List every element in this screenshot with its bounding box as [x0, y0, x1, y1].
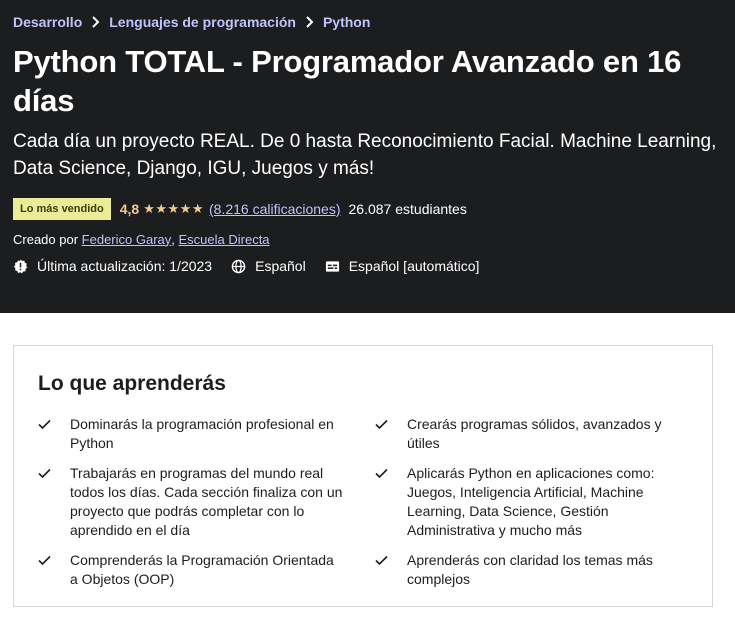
learn-column-right: Crearás programas sólidos, avanzados y ú…: [375, 415, 675, 600]
last-update-text: Última actualización: 1/2023: [37, 258, 213, 274]
learn-item: Aplicarás Python en aplicaciones como: J…: [375, 464, 675, 540]
learn-item-text: Aplicarás Python en aplicaciones como: J…: [407, 465, 655, 538]
learn-item-text: Trabajarás en programas del mundo real t…: [70, 465, 343, 538]
checkmark-icon: [38, 551, 54, 570]
update-badge-icon: [13, 258, 28, 273]
language-text: Español: [255, 258, 306, 274]
breadcrumb-lenguajes[interactable]: Lenguajes de programación: [109, 14, 296, 30]
captions: Español [automático]: [325, 258, 480, 274]
captions-text: Español [automático]: [348, 258, 480, 274]
rating-row: Lo más vendido 4,8 ★★★★★ (8.216 califica…: [13, 198, 722, 220]
learn-item: Crearás programas sólidos, avanzados y ú…: [375, 415, 675, 453]
rating-value: 4,8: [119, 201, 140, 217]
learn-column-left: Dominarás la programación profesional en…: [38, 415, 375, 600]
checkmark-icon: [38, 464, 54, 483]
course-title: Python TOTAL - Programador Avanzado en 1…: [13, 44, 682, 118]
learn-item-text: Comprenderás la Programación Orientada a…: [70, 552, 334, 587]
learn-item: Dominarás la programación profesional en…: [38, 415, 375, 453]
checkmark-icon: [375, 415, 391, 434]
author-link-federico[interactable]: Federico Garay: [82, 232, 172, 247]
breadcrumb-python[interactable]: Python: [323, 14, 370, 30]
what-you-will-learn: Lo que aprenderás Dominarás la programac…: [13, 345, 713, 607]
chevron-right-icon: [91, 16, 100, 28]
learn-item-text: Dominarás la programación profesional en…: [70, 416, 334, 451]
course-meta: Última actualización: 1/2023 Español Esp…: [13, 256, 722, 276]
language: Español: [231, 258, 306, 274]
students-count: 26.087 estudiantes: [348, 201, 467, 217]
ratings-count-link[interactable]: (8.216 calificaciones): [209, 201, 341, 217]
last-update: Última actualización: 1/2023: [13, 258, 212, 274]
learn-item: Aprenderás con claridad los temas más co…: [375, 551, 675, 589]
breadcrumb-desarrollo[interactable]: Desarrollo: [13, 14, 82, 30]
course-header: Desarrollo Lenguajes de programación Pyt…: [0, 0, 735, 313]
learn-item-text: Aprenderás con claridad los temas más co…: [407, 552, 653, 587]
learn-title: Lo que aprenderás: [38, 372, 226, 395]
learn-item-text: Crearás programas sólidos, avanzados y ú…: [407, 416, 662, 451]
learn-item: Comprenderás la Programación Orientada a…: [38, 551, 375, 589]
bestseller-badge: Lo más vendido: [13, 198, 111, 220]
star-rating-icon: ★★★★★: [143, 201, 204, 216]
created-by: Creado por Federico Garay, Escuela Direc…: [13, 231, 270, 247]
learn-grid: Dominarás la programación profesional en…: [38, 415, 688, 600]
chevron-right-icon: [305, 16, 314, 28]
created-by-label: Creado por: [13, 231, 79, 247]
course-subtitle: Cada día un proyecto REAL. De 0 hasta Re…: [13, 131, 717, 179]
learn-item: Trabajarás en programas del mundo real t…: [38, 464, 375, 540]
globe-icon: [231, 259, 246, 273]
checkmark-icon: [375, 464, 391, 483]
checkmark-icon: [38, 415, 54, 434]
closed-captions-icon: [325, 260, 339, 272]
checkmark-icon: [375, 551, 391, 570]
breadcrumb: Desarrollo Lenguajes de programación Pyt…: [13, 12, 722, 32]
author-link-escuela[interactable]: Escuela Directa: [179, 232, 270, 247]
